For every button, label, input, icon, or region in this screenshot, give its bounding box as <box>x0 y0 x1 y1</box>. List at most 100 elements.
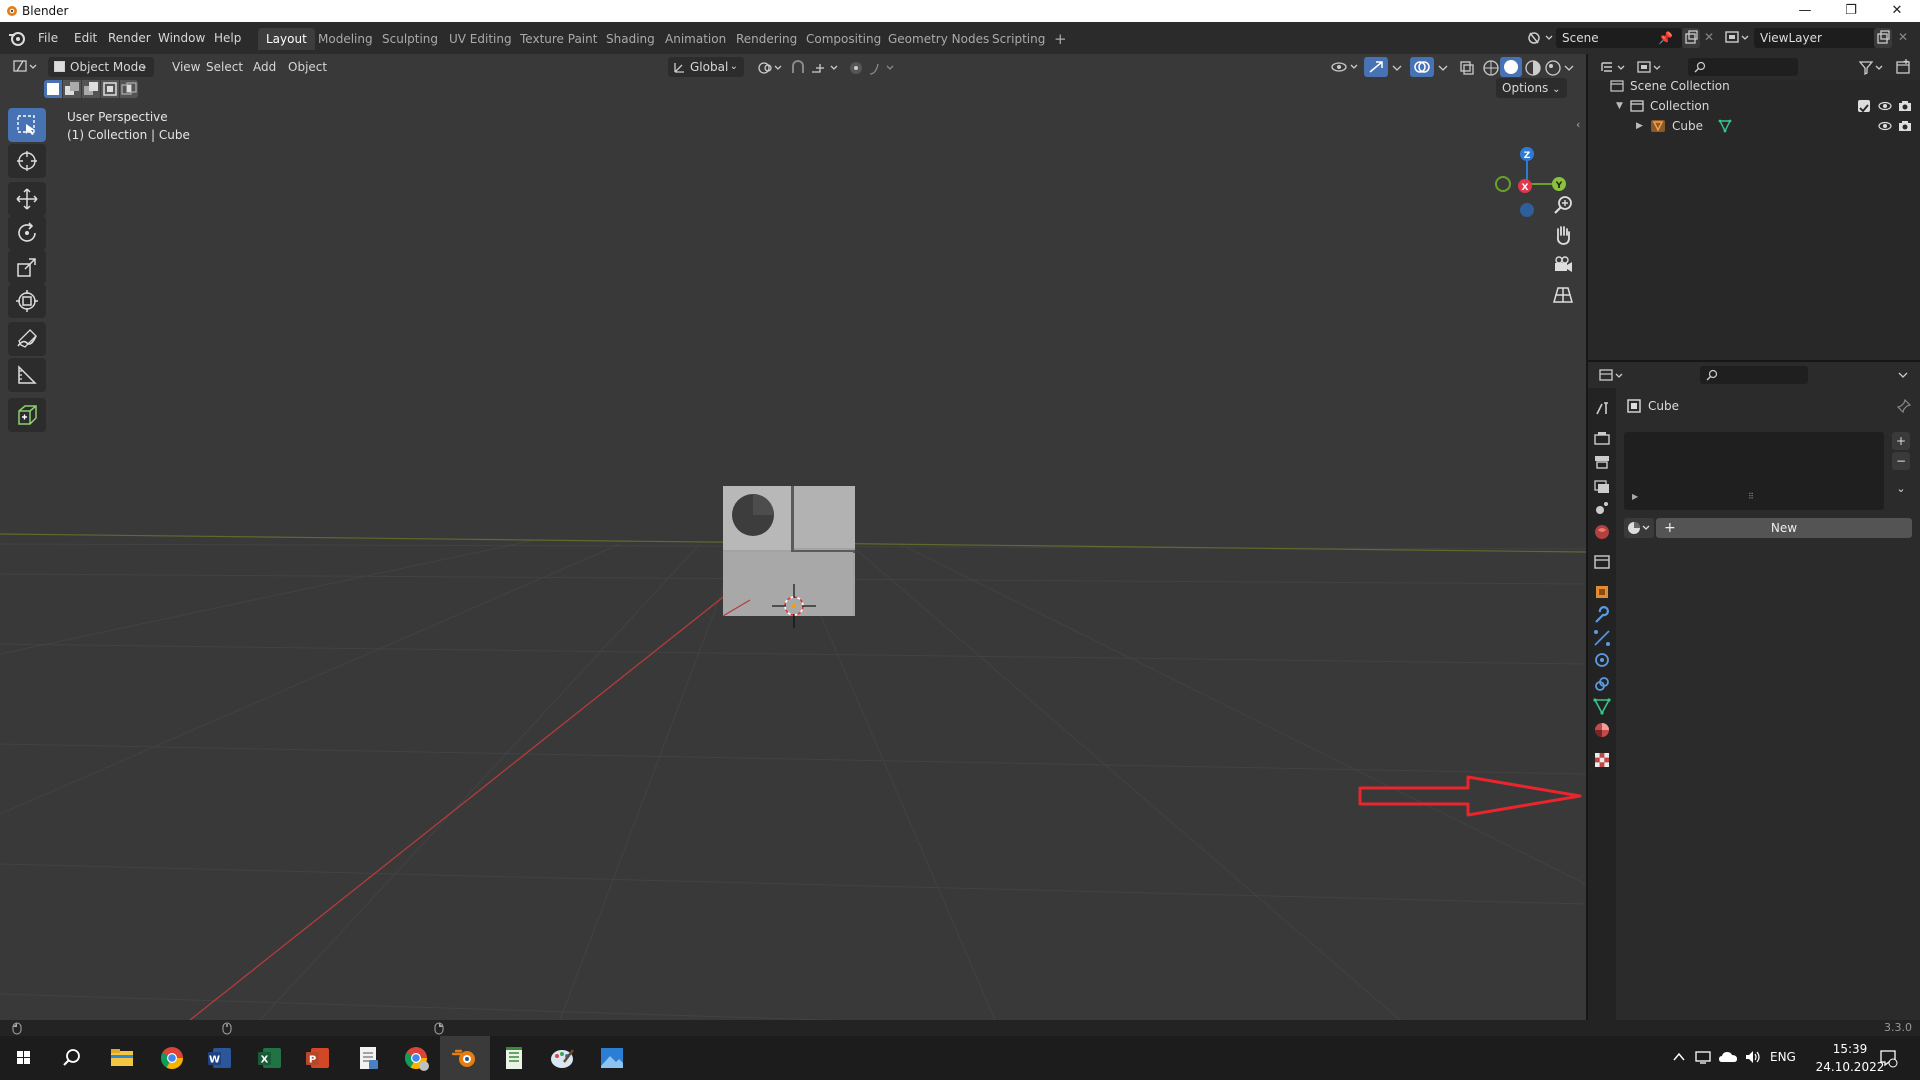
delete-scene-button[interactable]: ✕ <box>1704 30 1714 44</box>
menu-file[interactable]: File <box>32 28 64 48</box>
view-layer-tab-icon[interactable] <box>1592 476 1612 496</box>
solid-shading-button[interactable] <box>1500 57 1522 77</box>
remove-material-slot-button[interactable]: − <box>1892 452 1910 470</box>
chrome-icon[interactable] <box>156 1042 188 1074</box>
new-scene-button[interactable] <box>1682 28 1700 48</box>
select-subtract-button[interactable] <box>82 80 100 98</box>
chevron-down-icon[interactable] <box>1390 60 1404 76</box>
object-tab-icon[interactable] <box>1592 582 1612 602</box>
material-slot-list[interactable]: ▶ ⠿ <box>1624 432 1884 510</box>
notepad-icon[interactable] <box>498 1042 530 1074</box>
browse-material-button[interactable] <box>1624 518 1654 538</box>
properties-editor-type-icon[interactable] <box>1598 367 1626 385</box>
view-layer-icon[interactable] <box>1724 29 1752 47</box>
view-layer-field[interactable]: ViewLayer <box>1754 28 1882 48</box>
volume-icon[interactable] <box>1744 1049 1762 1065</box>
pivot-point-icon[interactable] <box>756 60 784 76</box>
tool-annotate[interactable] <box>8 322 46 356</box>
options-dropdown[interactable]: Options ⌄ <box>1496 78 1567 98</box>
exclude-checkbox[interactable] <box>1858 100 1870 113</box>
word-icon[interactable]: W <box>204 1042 236 1074</box>
tool-select-box[interactable] <box>8 108 46 142</box>
windows-start-icon[interactable] <box>8 1042 40 1074</box>
resize-grip-icon[interactable]: ⠿ <box>1748 492 1754 501</box>
tab-uv-editing[interactable]: UV Editing <box>441 28 520 50</box>
select-new-button[interactable] <box>44 80 62 98</box>
tool-cursor[interactable] <box>8 144 46 178</box>
tab-geometry-nodes[interactable]: Geometry Nodes <box>880 28 997 50</box>
expand-down-icon[interactable]: ▼ <box>1616 96 1623 116</box>
mode-dropdown[interactable]: Object Mode ⌄ <box>48 57 154 77</box>
file-explorer-icon[interactable] <box>106 1042 138 1074</box>
chevron-down-icon[interactable] <box>1896 368 1910 382</box>
pan-hand-icon[interactable] <box>1552 224 1574 246</box>
3d-viewport[interactable]: Object Mode ⌄ View Select Add Object Glo… <box>0 54 1586 1020</box>
tool-scale[interactable] <box>8 250 46 284</box>
tray-expand-icon[interactable] <box>1672 1050 1686 1064</box>
viewport-menu-object[interactable]: Object <box>282 57 333 77</box>
falloff-icon[interactable] <box>868 60 896 76</box>
chevron-down-icon[interactable] <box>1562 60 1576 76</box>
select-extend-button[interactable] <box>63 80 81 98</box>
material-preview-icon[interactable] <box>1524 59 1542 77</box>
transform-orientation-dropdown[interactable]: Global ⌄ <box>668 57 744 77</box>
blender-taskbar-icon[interactable] <box>449 1042 481 1074</box>
tab-compositing[interactable]: Compositing <box>798 28 889 50</box>
photos-icon[interactable] <box>596 1042 628 1074</box>
expand-right-icon[interactable]: ▶ <box>1632 492 1638 501</box>
menu-render[interactable]: Render <box>102 28 157 48</box>
render-camera-icon[interactable] <box>1898 100 1912 112</box>
delete-view-layer-button[interactable]: ✕ <box>1898 30 1908 44</box>
collection-tab-icon[interactable] <box>1592 552 1612 572</box>
particles-tab-icon[interactable] <box>1592 628 1612 648</box>
network-icon[interactable] <box>1694 1049 1712 1065</box>
tab-shading[interactable]: Shading <box>598 28 663 50</box>
menu-help[interactable]: Help <box>208 28 247 48</box>
tool-add-cube[interactable] <box>8 398 46 432</box>
notifications-icon[interactable] <box>1878 1048 1898 1068</box>
eye-icon[interactable] <box>1878 100 1892 112</box>
menu-window[interactable]: Window <box>152 28 211 48</box>
search-icon[interactable] <box>56 1042 88 1074</box>
properties-search-input[interactable] <box>1700 366 1808 384</box>
tool-rotate[interactable] <box>8 216 46 250</box>
rendered-shading-icon[interactable] <box>1544 59 1562 77</box>
outliner-editor-type-icon[interactable] <box>1600 59 1628 77</box>
filter-icon[interactable] <box>1858 59 1886 77</box>
document-viewer-icon[interactable] <box>352 1042 384 1074</box>
snap-icon[interactable] <box>790 60 806 76</box>
overlays-toggle-button[interactable] <box>1410 57 1434 77</box>
perspective-toggle-icon[interactable] <box>1552 284 1574 306</box>
material-specials-button[interactable]: ⌄ <box>1892 480 1910 498</box>
tab-modeling[interactable]: Modeling <box>310 28 381 50</box>
editor-type-icon[interactable] <box>12 58 40 76</box>
tab-animation[interactable]: Animation <box>657 28 734 50</box>
viewport-menu-add[interactable]: Add <box>247 57 282 77</box>
add-workspace-button[interactable]: + <box>1046 28 1075 50</box>
clock-date[interactable]: 24.10.2022 <box>1812 1060 1888 1074</box>
viewport-menu-select[interactable]: Select <box>200 57 249 77</box>
minimize-button[interactable]: — <box>1782 0 1828 22</box>
new-view-layer-button[interactable] <box>1874 28 1892 48</box>
tab-texture-paint[interactable]: Texture Paint <box>512 28 605 50</box>
physics-tab-icon[interactable] <box>1592 650 1612 670</box>
object-data-tab-icon[interactable] <box>1592 696 1612 716</box>
chevron-down-icon[interactable] <box>1436 60 1450 76</box>
new-collection-icon[interactable] <box>1894 58 1912 76</box>
tab-layout[interactable]: Layout <box>258 28 315 50</box>
visibility-selectability-icon[interactable] <box>1330 59 1360 75</box>
eye-icon[interactable] <box>1878 120 1892 132</box>
world-tab-icon[interactable] <box>1592 522 1612 542</box>
proportional-editing-icon[interactable] <box>848 60 864 76</box>
tool-tab-icon[interactable] <box>1592 398 1612 418</box>
display-mode-icon[interactable] <box>1636 59 1664 77</box>
tab-rendering[interactable]: Rendering <box>728 28 805 50</box>
output-tab-icon[interactable] <box>1592 452 1612 472</box>
blender-menu-icon[interactable] <box>8 30 26 46</box>
pin-icon[interactable] <box>1896 398 1912 414</box>
scene-icon[interactable] <box>1526 29 1554 47</box>
gizmo-toggle-button[interactable] <box>1364 57 1388 77</box>
onedrive-icon[interactable] <box>1718 1049 1738 1065</box>
zoom-icon[interactable] <box>1552 194 1574 216</box>
material-tab-icon[interactable] <box>1592 720 1612 740</box>
